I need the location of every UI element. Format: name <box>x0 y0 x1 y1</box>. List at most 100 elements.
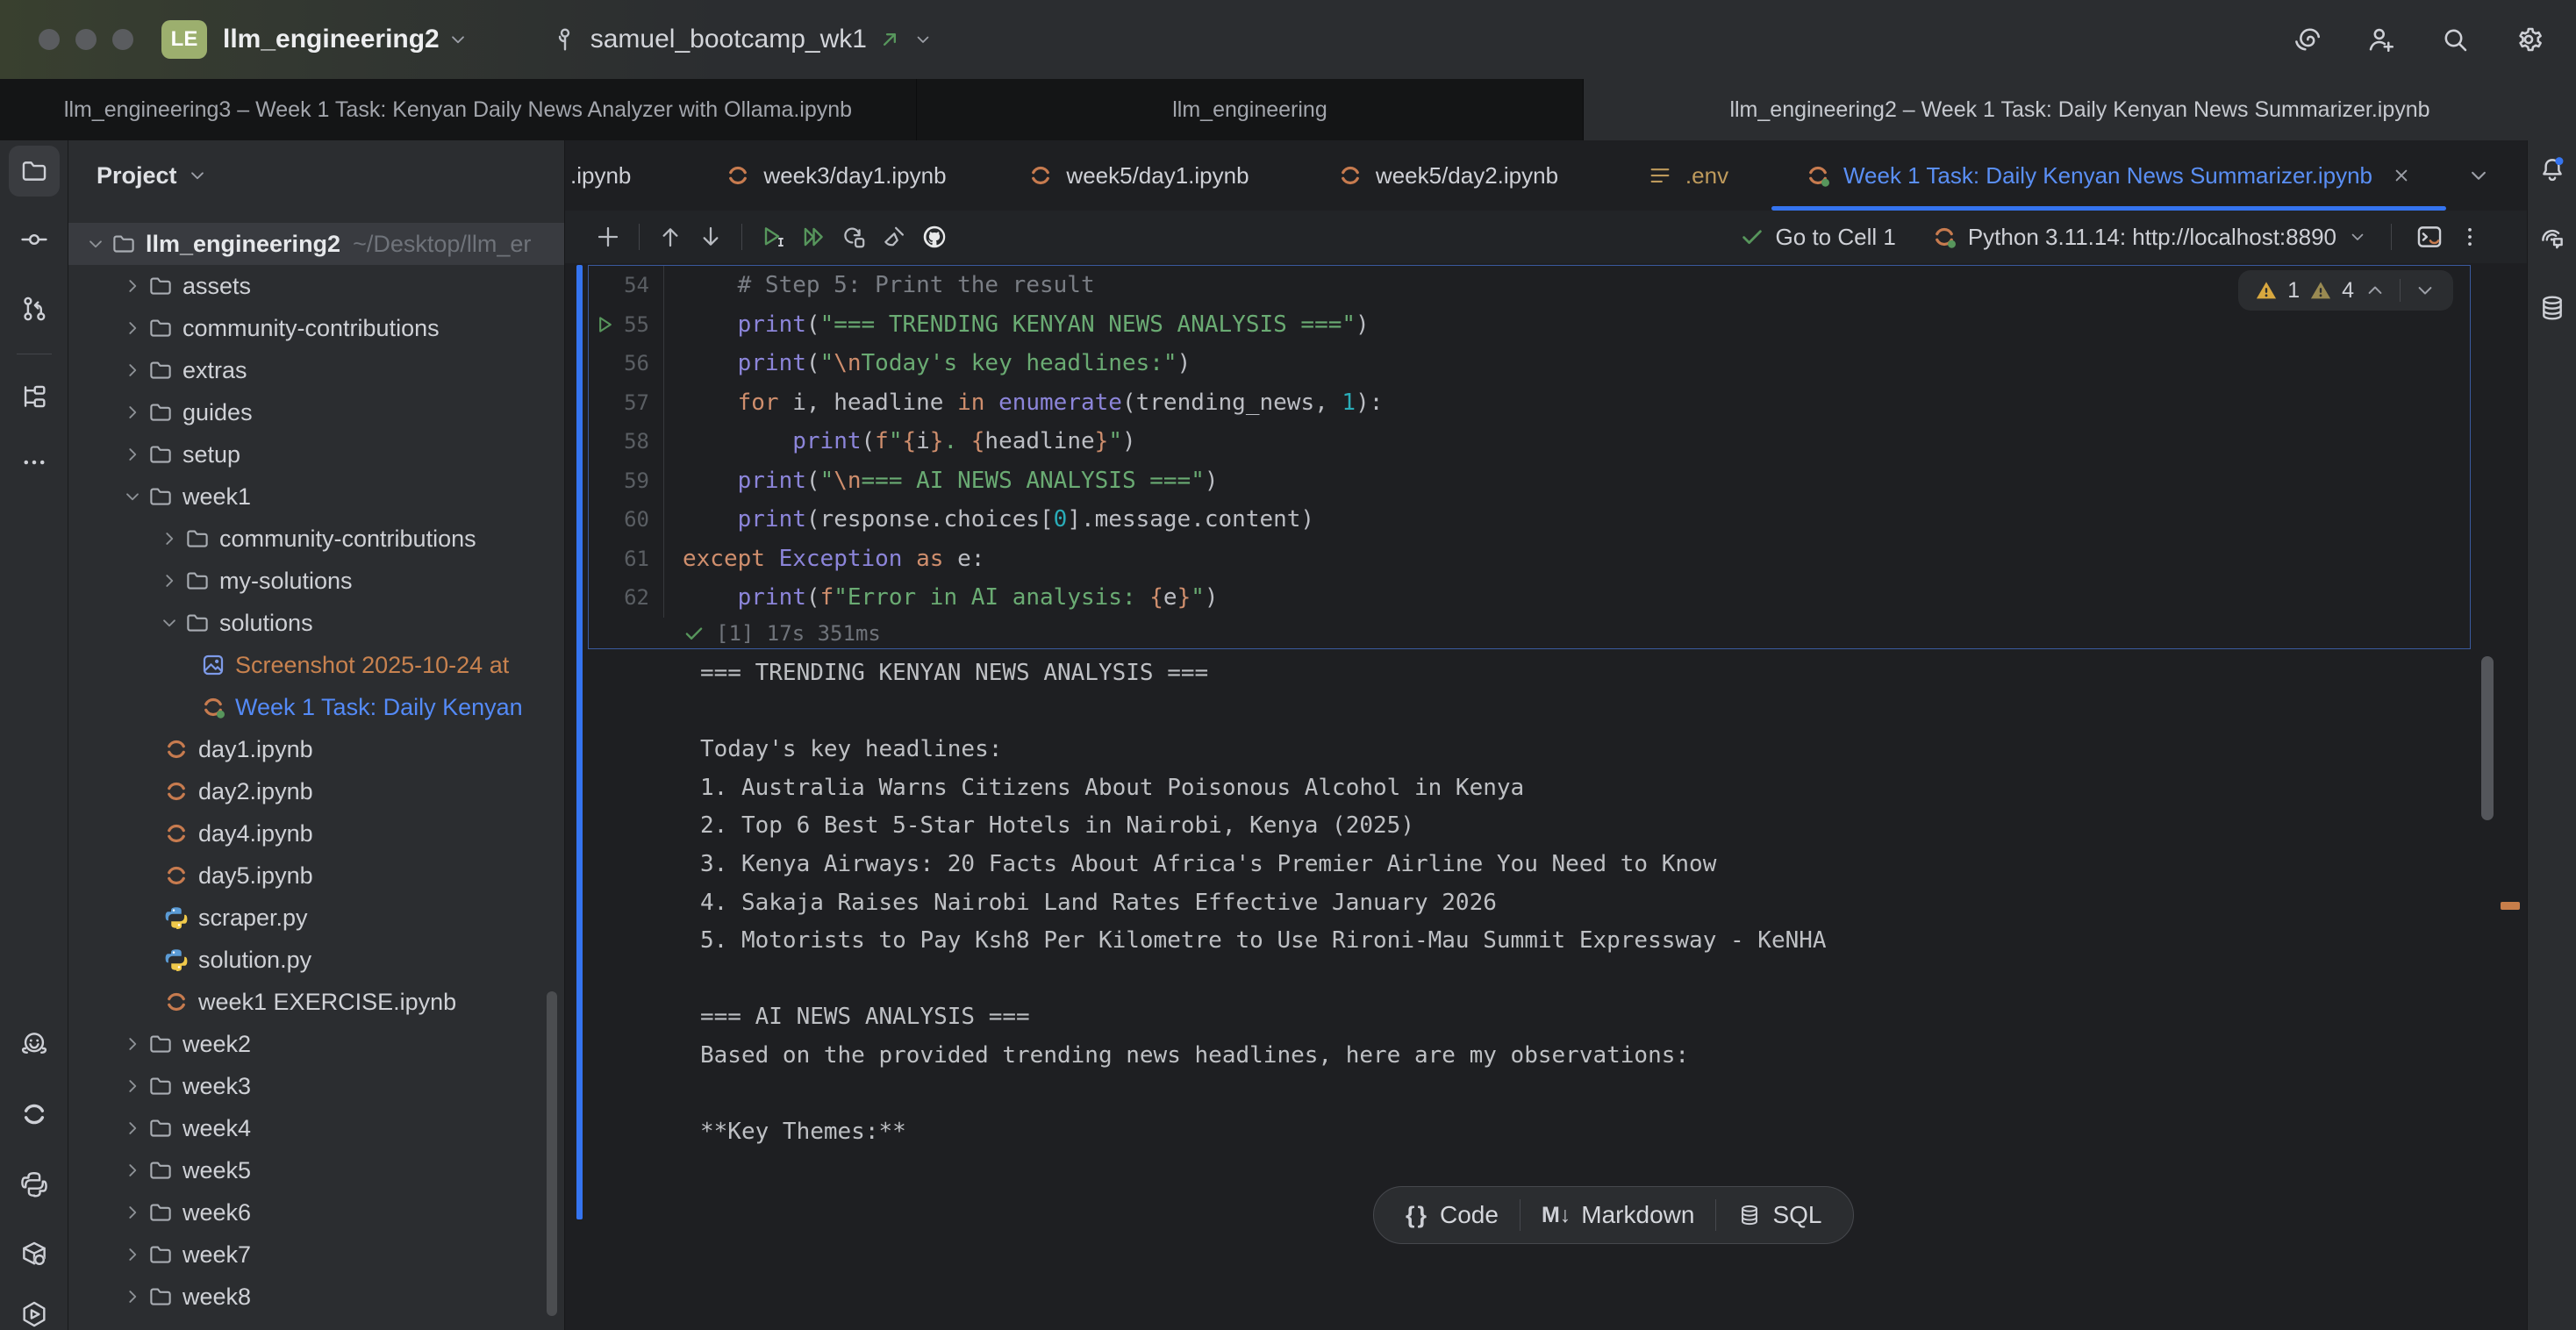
tool-strip-jupyter[interactable] <box>9 1089 60 1140</box>
chevron-right-icon[interactable] <box>118 1201 147 1224</box>
editor-tab[interactable]: week5/day2.ipynb <box>1290 140 1606 211</box>
tool-strip-services[interactable] <box>9 1289 60 1330</box>
run-cell-button[interactable] <box>753 217 793 257</box>
tool-strip-project[interactable] <box>9 146 60 197</box>
vcs-branch-widget[interactable]: samuel_bootcamp_wk1 <box>550 25 934 54</box>
tree-item-week1[interactable]: week1 <box>68 476 564 518</box>
tree-item-env[interactable]: .env <box>68 1318 564 1330</box>
inspections-widget[interactable]: 1 4 <box>2238 270 2453 311</box>
more-options-icon[interactable] <box>2457 224 2483 250</box>
jupyter-console-icon[interactable] <box>2415 222 2444 252</box>
chevron-right-icon[interactable] <box>118 1159 147 1182</box>
window-minimize-button[interactable] <box>75 29 97 50</box>
move-cell-down-button[interactable] <box>691 217 731 257</box>
tree-item-week4[interactable]: week4 <box>68 1107 564 1149</box>
chevron-right-icon[interactable] <box>154 569 184 592</box>
add-cell-button[interactable] <box>588 217 628 257</box>
tree-item-week3[interactable]: week3 <box>68 1065 564 1107</box>
chevron-down-icon[interactable] <box>154 611 184 634</box>
window-tab[interactable]: llm_engineering2 – Week 1 Task: Daily Ke… <box>1584 79 2576 140</box>
tree-item-extras[interactable]: extras <box>68 349 564 391</box>
editor-tab[interactable]: week5/day1.ipynb <box>987 140 1290 211</box>
tree-item-screenshot-2025-10-24-at[interactable]: Screenshot 2025-10-24 at <box>68 644 564 686</box>
add-markdown-cell-button[interactable]: M↓ Markdown <box>1536 1201 1700 1229</box>
tree-item-week7[interactable]: week7 <box>68 1233 564 1276</box>
tree-item-week5[interactable]: week5 <box>68 1149 564 1191</box>
chevron-right-icon[interactable] <box>118 443 147 466</box>
tool-strip-pull-requests[interactable] <box>9 283 60 334</box>
tool-strip-more-tool-windows[interactable] <box>9 437 60 488</box>
tree-item-scraper-py[interactable]: scraper.py <box>68 897 564 939</box>
move-cell-up-button[interactable] <box>650 217 691 257</box>
tool-strip-commit[interactable] <box>9 214 60 265</box>
chevron-right-icon[interactable] <box>118 359 147 382</box>
window-close-button[interactable] <box>39 29 60 50</box>
output-scrollbar[interactable] <box>2481 656 2494 820</box>
tree-item-solution-py[interactable]: solution.py <box>68 939 564 981</box>
tree-item-solutions[interactable]: solutions <box>68 602 564 644</box>
tree-item-week2[interactable]: week2 <box>68 1023 564 1065</box>
tree-item-week-1-task-daily-kenyan[interactable]: Week 1 Task: Daily Kenyan <box>68 686 564 728</box>
kernel-selector[interactable]: Python 3.11.14: http://localhost:8890 <box>1931 224 2368 251</box>
chevron-down-icon[interactable] <box>447 28 469 51</box>
hidden-tabs-chevron-icon[interactable] <box>2465 162 2492 189</box>
restart-kernel-button[interactable] <box>834 217 874 257</box>
tool-strip-database[interactable] <box>2527 282 2576 333</box>
chevron-down-icon[interactable] <box>118 485 147 508</box>
close-icon[interactable] <box>2390 164 2413 187</box>
run-line-icon[interactable] <box>593 312 618 337</box>
settings-icon[interactable] <box>2513 24 2544 55</box>
tree-item-setup[interactable]: setup <box>68 433 564 476</box>
tree-item-day1-ipynb[interactable]: day1.ipynb <box>68 728 564 770</box>
tree-item-day4-ipynb[interactable]: day4.ipynb <box>68 812 564 854</box>
chevron-right-icon[interactable] <box>154 527 184 550</box>
add-sql-cell-button[interactable]: SQL <box>1732 1201 1827 1229</box>
chevron-right-icon[interactable] <box>118 317 147 340</box>
chevron-right-icon[interactable] <box>118 1075 147 1098</box>
tool-strip-hugging-face[interactable] <box>9 1019 60 1069</box>
chevron-right-icon[interactable] <box>118 1243 147 1266</box>
tree-item-assets[interactable]: assets <box>68 265 564 307</box>
editor-tab[interactable]: week3/day1.ipynb <box>684 140 987 211</box>
search-icon[interactable] <box>2439 24 2471 55</box>
add-user-icon[interactable] <box>2365 24 2397 55</box>
chevron-down-icon[interactable] <box>81 232 111 255</box>
editor-tab[interactable]: Week 1 Task: Daily Kenyan News Summarize… <box>1770 140 2448 211</box>
chevron-right-icon[interactable] <box>118 275 147 297</box>
tree-item-community-contributions[interactable]: community-contributions <box>68 307 564 349</box>
project-badge[interactable]: LE <box>161 20 207 59</box>
tree-item-llm-engineering2[interactable]: llm_engineering2~/Desktop/llm_er <box>68 223 564 265</box>
project-panel-header[interactable]: Project <box>68 140 564 211</box>
tree-item-week8[interactable]: week8 <box>68 1276 564 1318</box>
chevron-right-icon[interactable] <box>118 1285 147 1308</box>
tree-item-week6[interactable]: week6 <box>68 1191 564 1233</box>
code-cell[interactable]: 54 # Step 5: Print the result55 print("=… <box>588 265 2471 649</box>
ai-swirl-icon[interactable] <box>2292 24 2323 55</box>
clear-outputs-button[interactable] <box>874 217 914 257</box>
editor-tab[interactable]: .ipynb <box>565 140 684 211</box>
tool-strip-python-console[interactable] <box>9 1159 60 1210</box>
tree-item-community-contributions[interactable]: community-contributions <box>68 518 564 560</box>
tree-item-day5-ipynb[interactable]: day5.ipynb <box>68 854 564 897</box>
editor-tab[interactable]: .env <box>1606 140 1770 211</box>
chevron-right-icon[interactable] <box>118 1033 147 1055</box>
previous-problem-icon[interactable] <box>2363 278 2387 303</box>
tree-item-day2-ipynb[interactable]: day2.ipynb <box>68 770 564 812</box>
add-code-cell-button[interactable]: {} Code <box>1400 1201 1504 1229</box>
chevron-right-icon[interactable] <box>118 1117 147 1140</box>
tree-item-my-solutions[interactable]: my-solutions <box>68 560 564 602</box>
tool-strip-structure[interactable] <box>9 371 60 422</box>
goto-cell-button[interactable]: Go to Cell 1 <box>1739 224 1896 251</box>
tool-strip-python-packages[interactable] <box>9 1229 60 1280</box>
window-tab[interactable]: llm_engineering <box>917 79 1584 140</box>
run-all-cells-button[interactable] <box>793 217 834 257</box>
next-problem-icon[interactable] <box>2413 278 2437 303</box>
project-tree-scrollbar[interactable] <box>547 991 557 1316</box>
github-button[interactable] <box>914 217 955 257</box>
tree-item-week1-exercise-ipynb[interactable]: week1 EXERCISE.ipynb <box>68 981 564 1023</box>
tool-strip-notifications[interactable] <box>2527 144 2576 195</box>
chevron-right-icon[interactable] <box>118 401 147 424</box>
tool-strip-ai-assistant[interactable] <box>2527 214 2576 265</box>
window-tab[interactable]: llm_engineering3 – Week 1 Task: Kenyan D… <box>0 79 917 140</box>
project-switcher-label[interactable]: llm_engineering2 <box>223 25 440 54</box>
